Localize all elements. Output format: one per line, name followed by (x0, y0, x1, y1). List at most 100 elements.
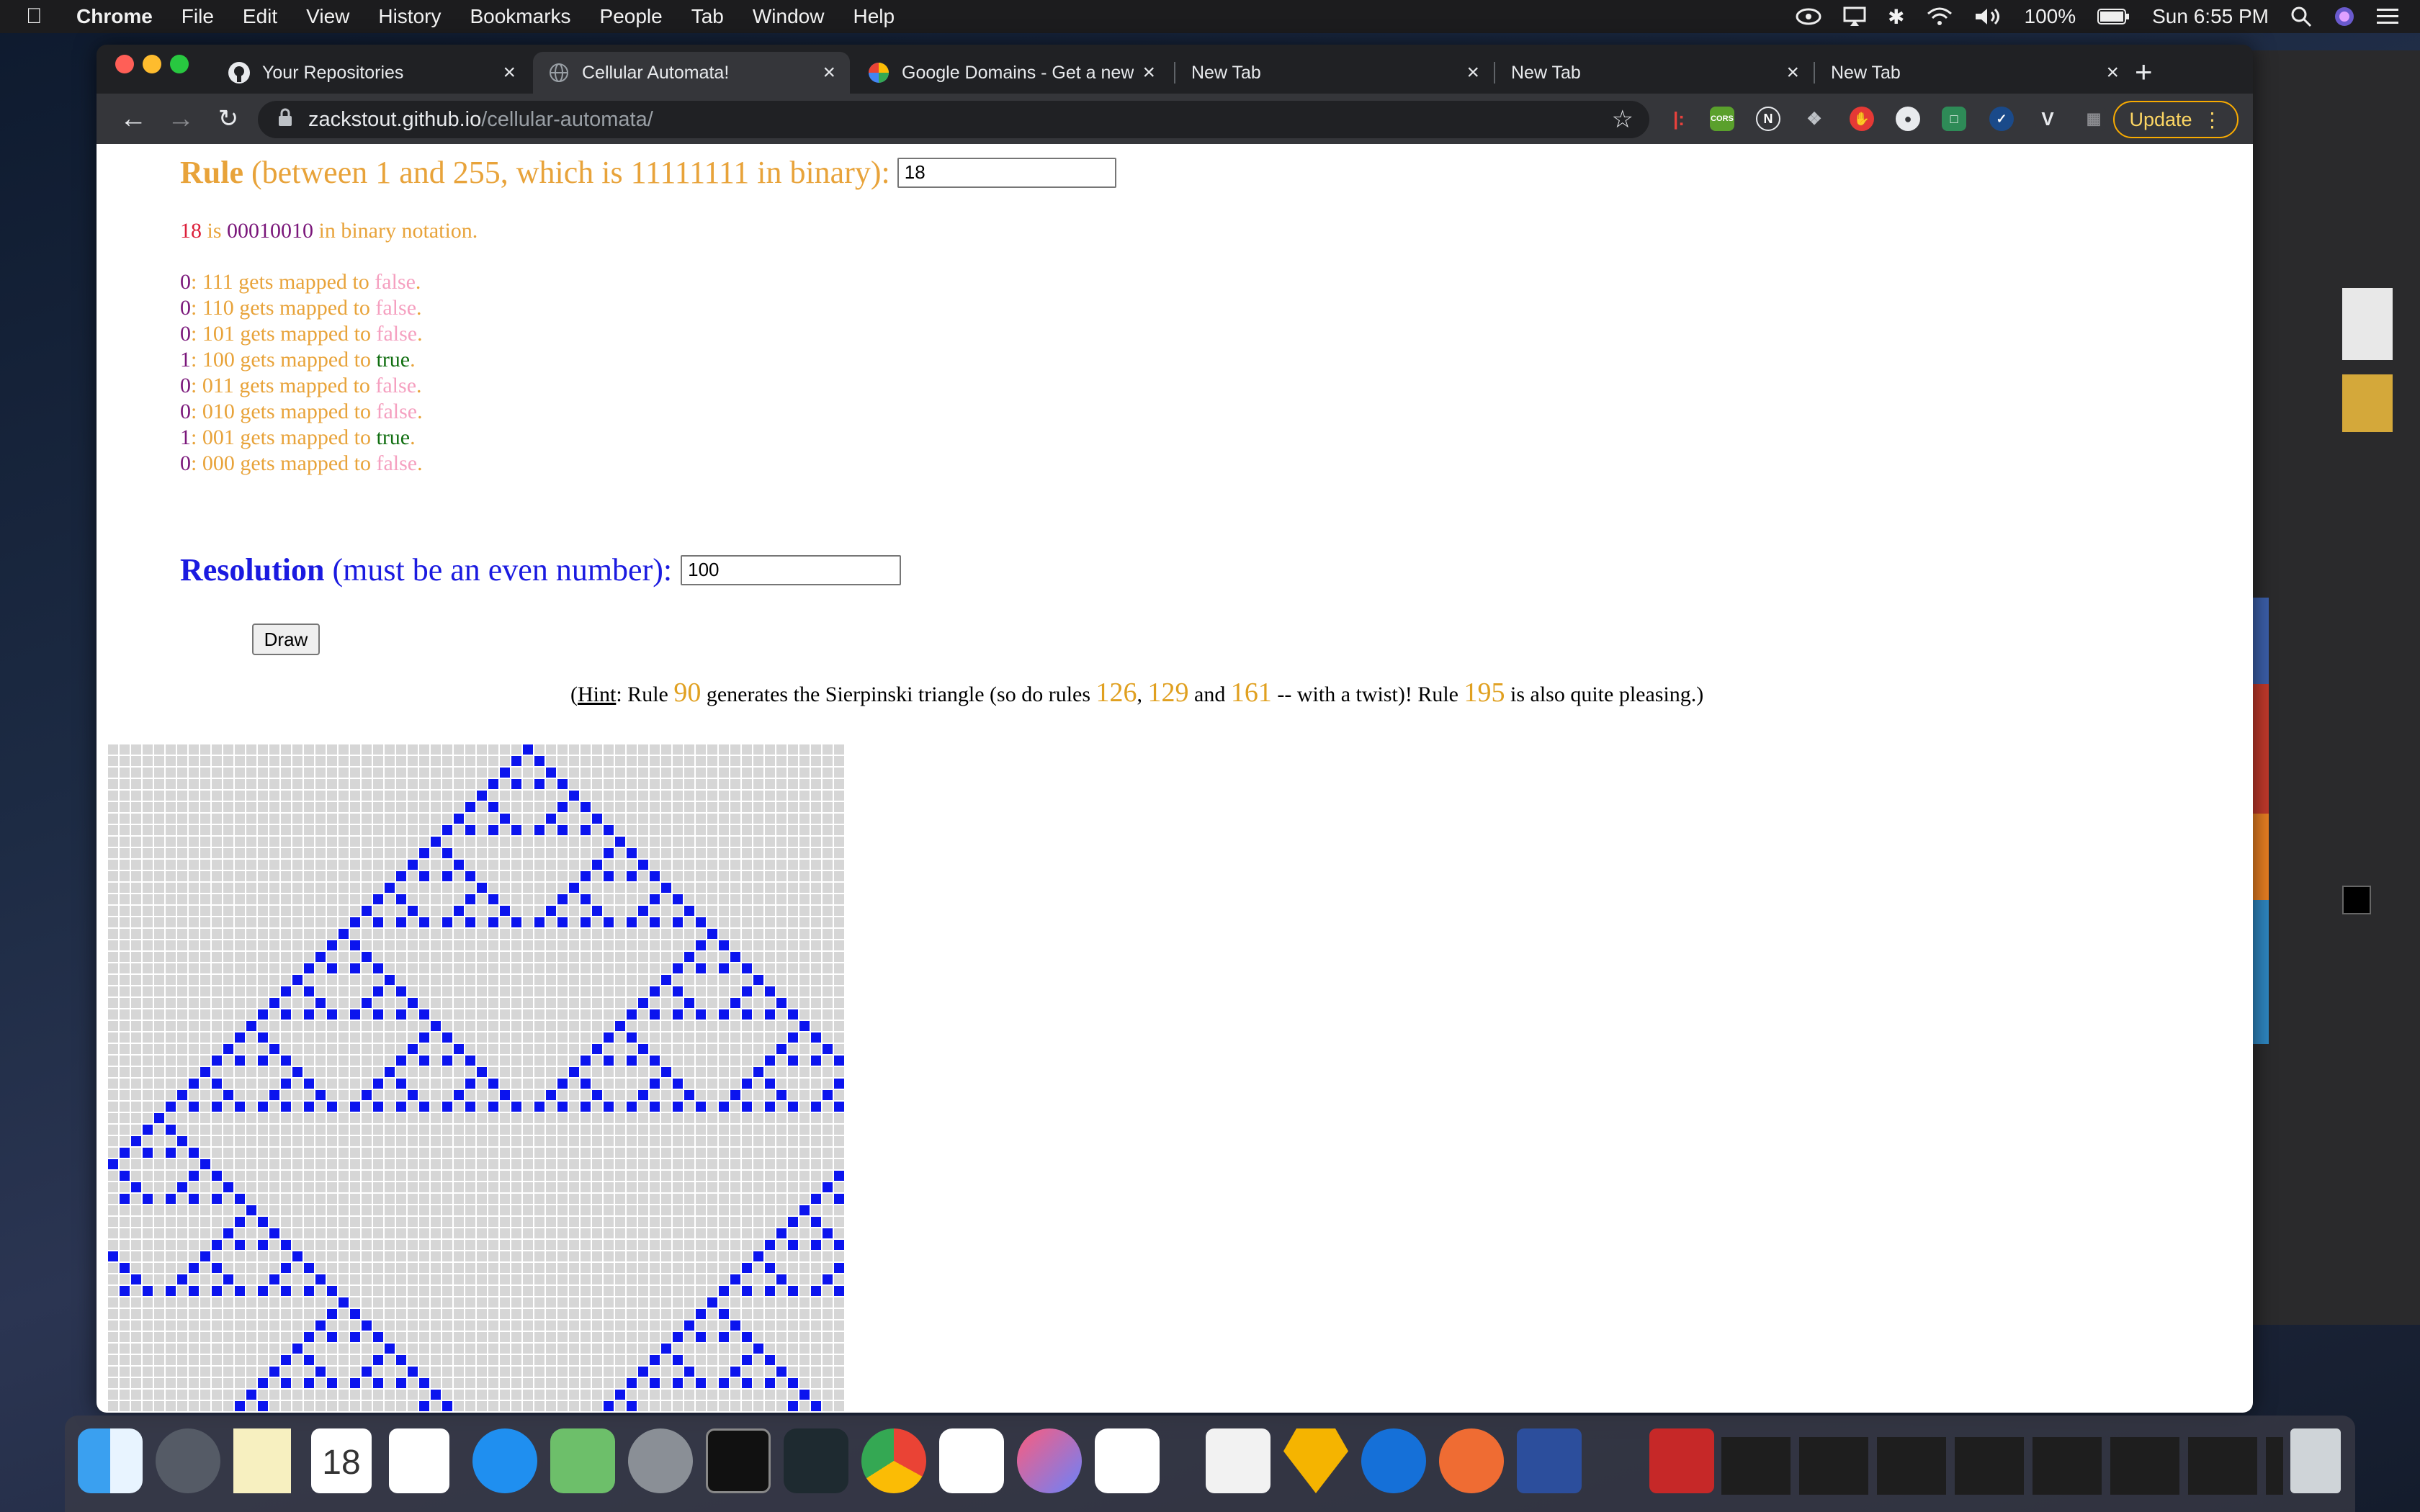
automaton-cell-off (281, 1217, 291, 1227)
automaton-cell-off (534, 1274, 544, 1284)
close-icon[interactable]: × (2106, 60, 2119, 85)
close-icon[interactable]: × (1786, 60, 1799, 85)
wifi-icon[interactable] (1927, 6, 1953, 27)
tab-new-tab[interactable]: New Tab × (1816, 52, 2133, 94)
notification-center-icon[interactable] (2377, 7, 2398, 26)
window-minimize-button[interactable] (143, 55, 161, 73)
automaton-cell-off (454, 1251, 464, 1261)
reminders-icon[interactable] (389, 1428, 449, 1493)
system-preferences-icon[interactable] (628, 1428, 693, 1493)
rule-input[interactable] (897, 157, 1116, 188)
resolution-input[interactable] (681, 554, 902, 585)
address-bar[interactable]: zackstout.github.io/cellular-automata/ ☆ (258, 101, 1649, 138)
window-close-button[interactable] (115, 55, 134, 73)
apple-menu-icon[interactable]:  (26, 4, 55, 29)
dash-icon[interactable] (784, 1428, 848, 1493)
slack-icon[interactable] (939, 1428, 1004, 1493)
tab-new-tab[interactable]: New Tab × (1177, 52, 1494, 94)
calendar-icon[interactable]: 18 (311, 1428, 372, 1493)
bookmark-star-icon[interactable]: ☆ (1612, 105, 1634, 134)
automaton-cell-off (177, 998, 187, 1008)
extension-cors-icon[interactable]: CORS (1710, 107, 1734, 131)
new-tab-button[interactable]: + (2135, 55, 2153, 89)
extension-green-icon[interactable]: □ (1942, 107, 1966, 131)
tableplus-icon[interactable] (1517, 1428, 1582, 1493)
trash-icon[interactable] (2290, 1428, 2341, 1493)
app-store-icon[interactable] (472, 1428, 537, 1493)
extension-checkmark-icon[interactable]: ✓ (1989, 107, 2014, 131)
minimized-windows[interactable] (1721, 1437, 2283, 1495)
atom-icon[interactable] (1361, 1428, 1426, 1493)
menu-help[interactable]: Help (853, 5, 895, 28)
menu-history[interactable]: History (378, 5, 441, 28)
automaton-cell-off (431, 1102, 441, 1112)
automaton-cell-off (350, 871, 360, 881)
extension-white-circle-icon[interactable]: ● (1896, 107, 1920, 131)
automaton-cell-off (615, 1032, 625, 1043)
automaton-cell-off (292, 1056, 302, 1066)
volume-icon[interactable] (1974, 6, 2003, 27)
automaton-cell-off (742, 1032, 752, 1043)
menu-tab[interactable]: Tab (691, 5, 724, 28)
menu-window[interactable]: Window (753, 5, 825, 28)
close-icon[interactable]: × (1466, 60, 1479, 85)
update-button[interactable]: Update ⋮ (2113, 101, 2238, 138)
automaton-cell-off (823, 1217, 833, 1227)
menu-file[interactable]: File (182, 5, 214, 28)
creative-cloud-icon[interactable] (1796, 7, 1821, 26)
back-arrow-icon[interactable]: ← (109, 104, 157, 135)
automaton-cell-off (408, 1102, 418, 1112)
maps-icon[interactable] (550, 1428, 615, 1493)
tab-new-tab[interactable]: New Tab × (1497, 52, 1814, 94)
extension-grid-icon[interactable]: ▦ (2081, 107, 2106, 131)
automaton-cell-off (534, 791, 544, 801)
launchpad-icon[interactable] (156, 1428, 220, 1493)
reload-icon[interactable]: ↻ (205, 104, 252, 133)
raspberry-jar-icon[interactable] (1649, 1428, 1714, 1493)
extension-n-icon[interactable]: N (1756, 107, 1780, 131)
airplay-icon[interactable] (1843, 6, 1866, 27)
automaton-cell-off (454, 1263, 464, 1273)
sketch-icon[interactable] (1283, 1428, 1348, 1493)
automaton-cell-off (500, 1217, 510, 1227)
extension-dropbox-icon[interactable]: ❖ (1802, 107, 1827, 131)
menu-bookmarks[interactable]: Bookmarks (470, 5, 570, 28)
close-icon[interactable]: × (503, 60, 516, 85)
draw-button[interactable]: Draw (252, 624, 320, 655)
forward-arrow-icon[interactable]: → (157, 104, 205, 135)
automaton-cell-off (373, 1240, 383, 1250)
window-zoom-button[interactable] (170, 55, 189, 73)
tab-cellular-automata[interactable]: Cellular Automata! × (533, 52, 850, 94)
chrome-dock-icon[interactable] (861, 1428, 926, 1493)
more-vert-icon[interactable]: ⋮ (2202, 108, 2223, 132)
tab-google-domains[interactable]: Google Domains - Get a new × (853, 52, 1170, 94)
menu-edit[interactable]: Edit (243, 5, 277, 28)
notes-icon[interactable] (233, 1428, 291, 1493)
siri-icon[interactable] (2334, 6, 2355, 27)
menu-app-name[interactable]: Chrome (76, 5, 153, 28)
postman-icon[interactable] (1439, 1428, 1504, 1493)
spotlight-icon[interactable] (2290, 6, 2312, 27)
bluetooth-icon[interactable]: ✱ (1888, 5, 1904, 29)
numbers-icon[interactable] (1206, 1428, 1270, 1493)
menu-clock[interactable]: Sun 6:55 PM (2152, 5, 2269, 28)
menu-people[interactable]: People (600, 5, 663, 28)
extension-red-icon[interactable]: ✋ (1850, 107, 1874, 131)
automaton-cell-off (200, 940, 210, 950)
finder-icon[interactable] (78, 1428, 143, 1493)
tab-your-repositories[interactable]: Your Repositories × (213, 52, 530, 94)
automaton-cell-off (500, 1056, 510, 1066)
menu-view[interactable]: View (306, 5, 349, 28)
itunes-icon[interactable] (1017, 1428, 1082, 1493)
automaton-cell-off (454, 1355, 464, 1365)
vscode-icon[interactable] (1095, 1428, 1160, 1493)
terminal-icon[interactable] (706, 1428, 771, 1493)
automaton-cell-off (339, 1171, 349, 1181)
close-icon[interactable]: × (1142, 60, 1155, 85)
battery-icon[interactable] (2097, 8, 2130, 25)
automaton-cell-off (120, 1332, 130, 1342)
extension-bar-icon[interactable]: |: (1667, 107, 1691, 131)
extension-v-icon[interactable]: V (2035, 107, 2060, 131)
close-icon[interactable]: × (823, 60, 835, 85)
automaton-cell-off (281, 1044, 291, 1054)
